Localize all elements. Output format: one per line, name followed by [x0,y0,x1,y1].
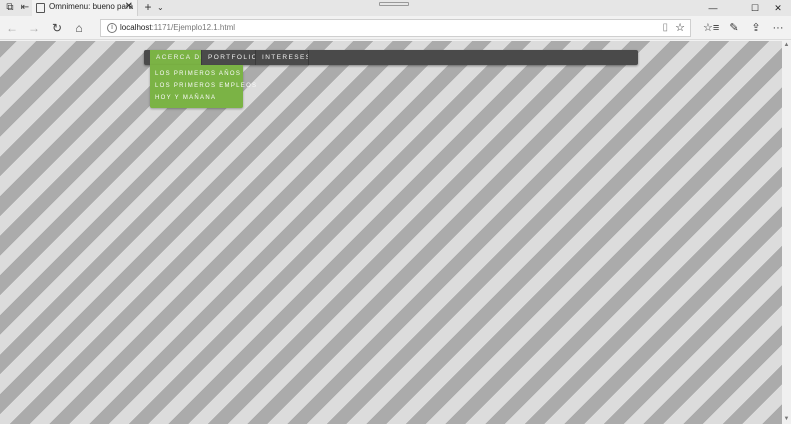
restore-tabs-icon[interactable]: ⇤ [18,1,32,15]
back-button[interactable]: ← [4,20,20,36]
submenu-item-primeros-anos[interactable]: LOS PRIMEROS AÑOS [155,71,241,77]
menu-item-portfolio[interactable]: PORTFOLIO [202,50,256,65]
navigation-bar: ← → ↻ ⌂ i localhost:1171/Ejemplo12.1.htm… [0,16,791,40]
forward-button[interactable]: → [26,20,42,36]
hub-icon[interactable]: ☆≡ [703,20,719,36]
vertical-scrollbar[interactable]: ▲ ▼ [782,41,791,424]
site-info-icon[interactable]: i [107,23,117,33]
more-options-icon[interactable]: ··· [770,20,786,36]
menu-item-intereses[interactable]: INTERESES [256,50,309,65]
submenu-item-primeros-empleos[interactable]: LOS PRIMEROS EMPLEOS [155,83,257,89]
menu-item-acerca-de-mi[interactable]: ACERCA DE MI [150,50,202,65]
new-tab-button[interactable]: + [141,0,155,15]
submenu-acerca-de-mi: LOS PRIMEROS AÑOS LOS PRIMEROS EMPLEOS H… [150,65,256,108]
tab-preview-chevron-icon[interactable]: ⌄ [157,1,164,15]
close-window-button[interactable]: ✕ [769,0,787,16]
window-drag-handle[interactable] [379,2,409,6]
address-bar[interactable]: i localhost:1171/Ejemplo12.1.html ▯ ☆ [100,19,691,37]
tab-close-icon[interactable]: ✕ [125,1,133,12]
refresh-button[interactable]: ↻ [49,20,65,36]
page-viewport: ACERCA DE MI PORTFOLIO INTERESES LOS PRI… [0,41,782,424]
tab-bar: ⧉ ⇤ Omnimenu: bueno para ✕ + ⌄ — ☐ ✕ [0,0,791,16]
submenu-item-hoy-y-manana[interactable]: HOY Y MAÑANA [155,95,216,101]
tab-omnimenu[interactable]: Omnimenu: bueno para ✕ [32,0,138,16]
tab-title: Omnimenu: bueno para [49,2,134,11]
reading-view-icon[interactable]: ▯ [662,22,668,33]
scroll-down-icon[interactable]: ▼ [782,415,791,424]
minimize-button[interactable]: — [704,0,722,16]
favorite-star-icon[interactable]: ☆ [675,21,685,34]
scroll-up-icon[interactable]: ▲ [782,41,791,50]
home-button[interactable]: ⌂ [71,20,87,36]
address-url[interactable]: localhost:1171/Ejemplo12.1.html [120,23,235,32]
share-icon[interactable]: ⇪ [748,20,764,36]
page-favicon-icon [36,3,45,13]
maximize-button[interactable]: ☐ [746,0,764,16]
web-notes-icon[interactable]: ✎ [726,20,742,36]
tabs-aside-icon[interactable]: ⧉ [3,1,17,15]
omnimenu-bar: ACERCA DE MI PORTFOLIO INTERESES [144,50,638,65]
